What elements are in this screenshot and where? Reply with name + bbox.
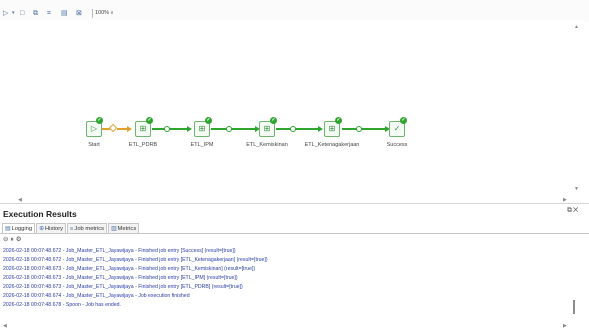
hop-arrow-icon bbox=[127, 125, 132, 132]
log-line: 2026-02-18 00:07:48.673 - Job_Master_ETL… bbox=[3, 266, 256, 272]
metrics-icon: ▥ bbox=[111, 226, 117, 232]
tab-label: Logging bbox=[11, 226, 33, 232]
success-check-icon: ✓ bbox=[205, 117, 212, 124]
log-line: 2026-02-18 00:07:48.673 - Job_Master_ETL… bbox=[3, 275, 238, 281]
scroll-down-icon[interactable]: ▼ bbox=[574, 186, 579, 192]
preview-icon[interactable]: ⧉ bbox=[33, 9, 38, 18]
success-check-icon: ✓ bbox=[96, 117, 103, 124]
log-line: 2026-02-18 00:07:48.672 - Job_Master_ETL… bbox=[3, 257, 268, 263]
layout-icon[interactable]: ▤ bbox=[61, 9, 68, 18]
log-line: 2026-02-18 00:07:48.673 - Job_Master_ETL… bbox=[3, 284, 243, 290]
hop-line bbox=[117, 128, 127, 130]
scroll-right-icon[interactable]: ▶ bbox=[563, 323, 567, 329]
transformation-icon: ⊞ bbox=[139, 124, 147, 133]
debug-icon[interactable]: ⌗ bbox=[47, 9, 51, 18]
job-entry-label: ETL_IPM bbox=[190, 142, 214, 148]
job-entry-label: Success bbox=[386, 142, 408, 148]
transformation-icon: ⊞ bbox=[198, 124, 206, 133]
success-icon: ✓ bbox=[393, 124, 401, 133]
scroll-up-icon[interactable]: ▲ bbox=[574, 24, 579, 30]
hop-success-icon bbox=[164, 125, 170, 132]
panel-divider[interactable] bbox=[0, 203, 589, 204]
zoom-value: 100% bbox=[95, 10, 110, 16]
start-icon: ▷ bbox=[90, 124, 98, 133]
log-scrollbar-thumb[interactable] bbox=[573, 300, 575, 314]
hop-line bbox=[211, 128, 255, 130]
run-icon[interactable]: ▷ bbox=[3, 9, 8, 18]
success-check-icon: ✓ bbox=[400, 117, 407, 124]
log-line: 2026-02-18 00:07:48.672 - Job_Master_ETL… bbox=[3, 248, 236, 254]
history-icon: ⊕ bbox=[39, 226, 44, 232]
tab-label: Metrics bbox=[117, 226, 137, 232]
job-entry-label: ETL_Kemiskinan bbox=[246, 142, 288, 148]
chevron-down-icon: ∨ bbox=[110, 10, 114, 16]
logging-icon: ▤ bbox=[5, 226, 11, 232]
success-check-icon: ✓ bbox=[270, 117, 277, 124]
panel-window-controls: ⧉✕ bbox=[567, 207, 579, 215]
scroll-left-icon[interactable]: ◀ bbox=[3, 323, 7, 329]
close-icon[interactable]: ✕ bbox=[573, 207, 579, 214]
job-entry-label: ETL_PDRB bbox=[128, 142, 158, 148]
hop-success-icon bbox=[356, 125, 362, 132]
panel-title: Execution Results bbox=[3, 209, 77, 219]
grid-icon[interactable]: ⊠ bbox=[76, 9, 82, 18]
job-entry-label: ETL_Ketenagakerjaan bbox=[304, 142, 360, 148]
hop-arrow-icon bbox=[318, 125, 323, 132]
log-line: 2026-02-18 00:07:48.678 - Spoon - Job ha… bbox=[3, 302, 121, 308]
success-check-icon: ✓ bbox=[335, 117, 342, 124]
hop-arrow-icon bbox=[187, 125, 192, 132]
hop-line bbox=[342, 128, 385, 130]
job-entry-label: Start bbox=[88, 142, 100, 148]
hop-line bbox=[276, 128, 318, 130]
tab-label: History bbox=[44, 226, 64, 232]
log-toolbar: ⊖⏸⚙ bbox=[3, 235, 24, 244]
run-options-icon[interactable]: ▾ bbox=[12, 9, 15, 18]
toolbar-separator bbox=[92, 9, 93, 18]
stop-icon[interactable]: □ bbox=[20, 9, 24, 18]
transformation-icon: ⊞ bbox=[263, 124, 271, 133]
hop-success-icon bbox=[290, 125, 296, 132]
job-toolbar: ▷ ▾ □ ⧉ ⌗ ▤ ⊠ 100%∨ bbox=[0, 0, 589, 22]
settings-icon[interactable]: ⚙ bbox=[16, 236, 24, 243]
tab-label: Job metrics bbox=[74, 226, 105, 232]
success-check-icon: ✓ bbox=[146, 117, 153, 124]
job-canvas[interactable] bbox=[0, 20, 584, 202]
zoom-select[interactable]: 100%∨ bbox=[95, 9, 114, 18]
log-line: 2026-02-18 00:07:48.674 - Job_Master_ETL… bbox=[3, 293, 190, 299]
hop-success-icon bbox=[226, 125, 232, 132]
tabs-underline bbox=[0, 233, 589, 234]
job-metrics-icon: ≡ bbox=[70, 226, 74, 232]
transformation-icon: ⊞ bbox=[328, 124, 336, 133]
